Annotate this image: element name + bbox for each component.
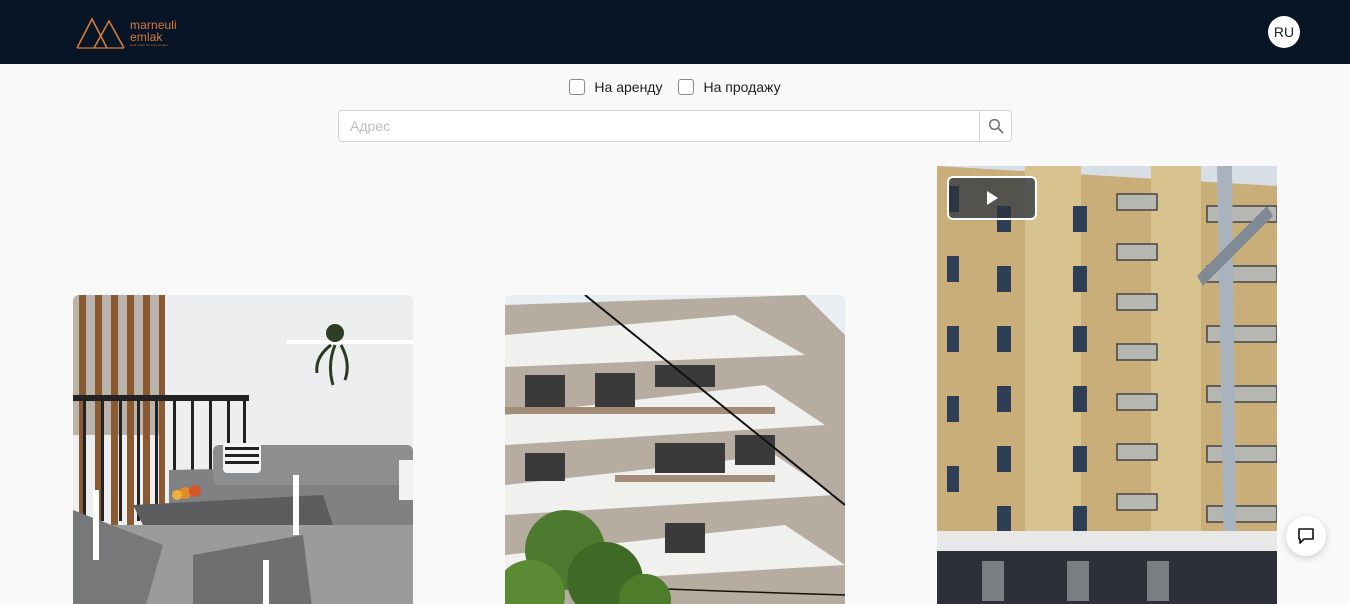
logo-tagline: Real estate for every budget bbox=[130, 43, 168, 47]
listing-photo-balcony bbox=[73, 295, 413, 604]
listing-video-thumbnail bbox=[937, 166, 1277, 604]
filter-sale[interactable]: На продажу bbox=[678, 77, 781, 97]
listing-photo-construction bbox=[505, 295, 845, 604]
filter-rent-label: На аренду bbox=[594, 79, 663, 95]
listing-card[interactable] bbox=[73, 295, 413, 604]
sale-checkbox[interactable] bbox=[678, 79, 695, 95]
site-logo[interactable]: marneuli emlak Real estate for every bud… bbox=[76, 17, 208, 49]
address-search-bar bbox=[338, 110, 1012, 142]
listing-card[interactable] bbox=[505, 295, 845, 604]
language-switcher-button[interactable]: RU bbox=[1268, 16, 1300, 48]
chat-widget-button[interactable] bbox=[1286, 516, 1326, 556]
logo-mountains-icon bbox=[76, 17, 125, 49]
search-button[interactable] bbox=[979, 111, 1011, 141]
listing-card-video[interactable] bbox=[937, 166, 1277, 604]
chat-bubble-icon bbox=[1298, 528, 1314, 544]
filter-rent[interactable]: На аренду bbox=[569, 77, 662, 97]
play-icon bbox=[987, 191, 998, 205]
logo-name: marneuli emlak bbox=[130, 18, 177, 44]
rent-checkbox[interactable] bbox=[569, 79, 586, 95]
listing-type-filters: На аренду На продажу bbox=[0, 77, 1350, 97]
search-icon bbox=[988, 118, 1003, 134]
video-play-button[interactable] bbox=[947, 176, 1037, 220]
address-search-input[interactable] bbox=[339, 111, 979, 141]
filter-sale-label: На продажу bbox=[703, 79, 781, 95]
top-navbar: marneuli emlak Real estate for every bud… bbox=[0, 0, 1350, 64]
